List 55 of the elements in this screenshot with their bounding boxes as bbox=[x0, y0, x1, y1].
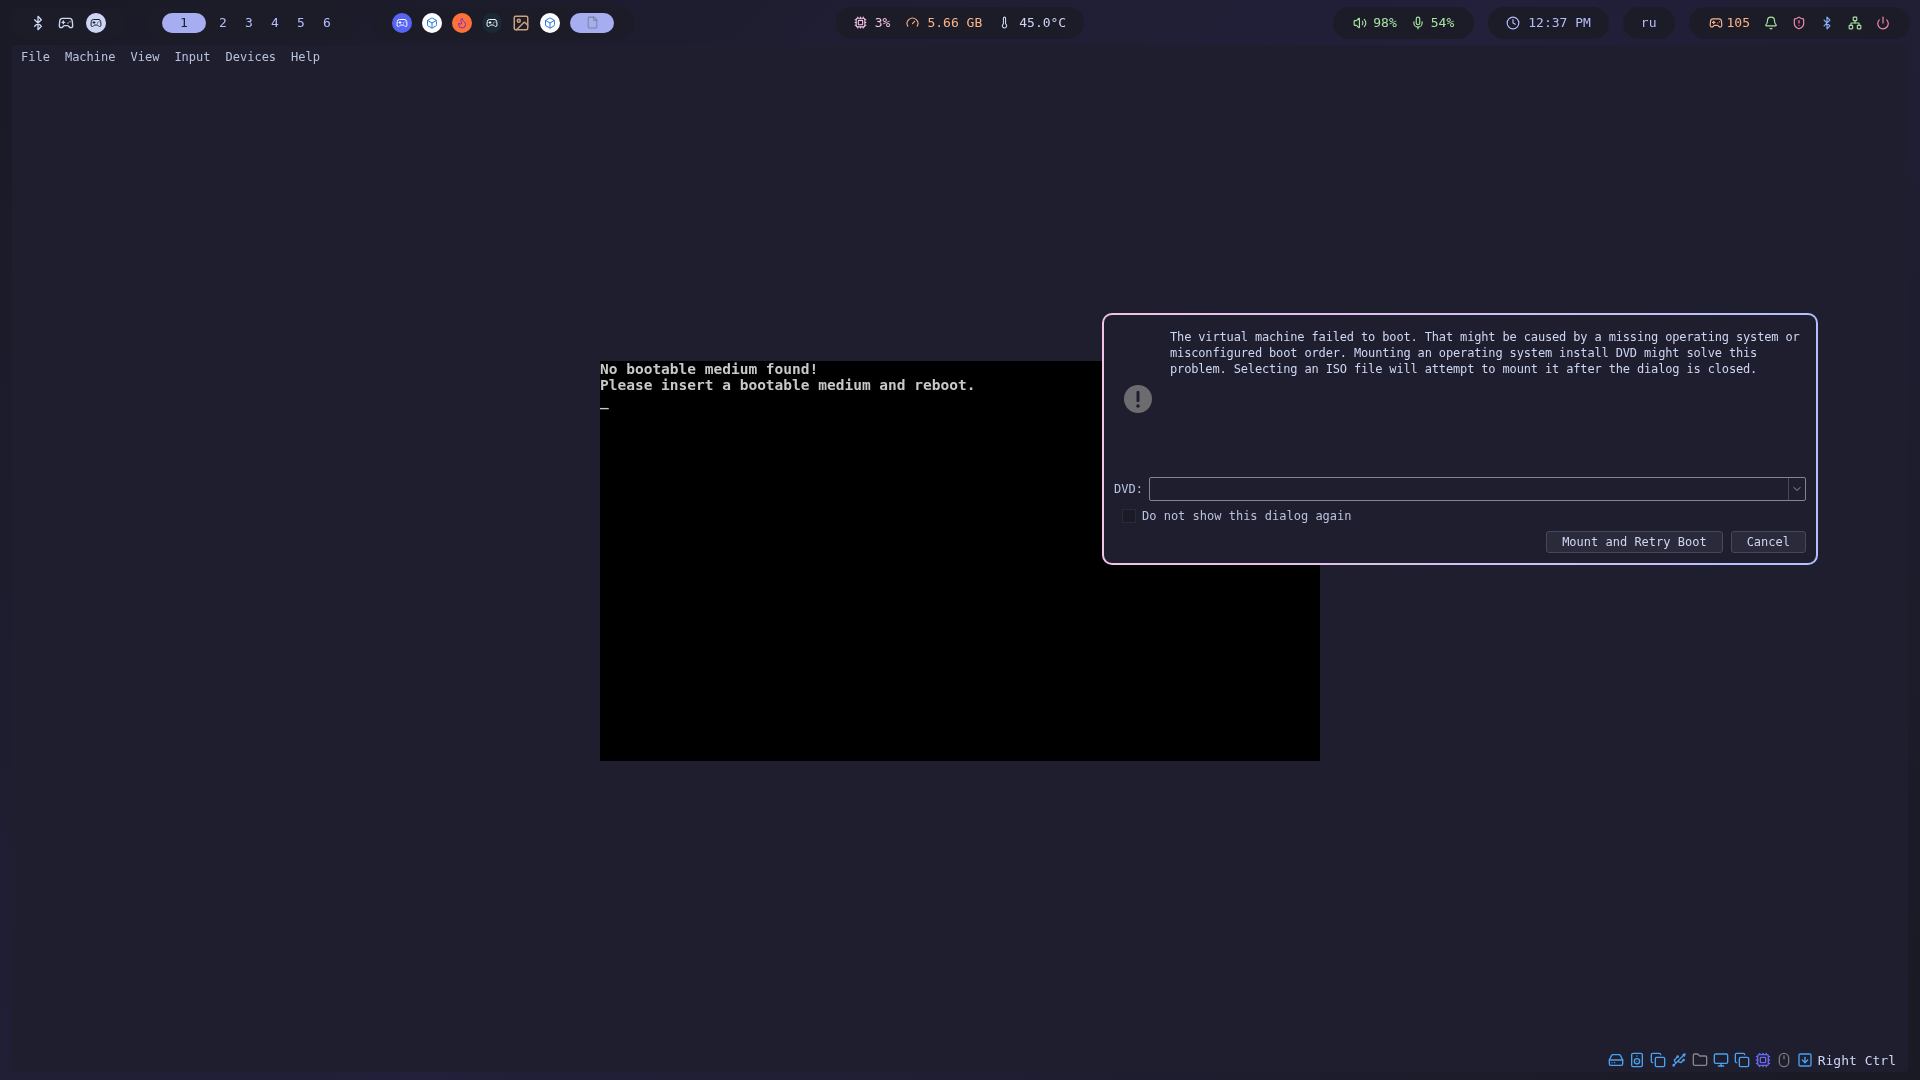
keyboard-capture-icon[interactable] bbox=[1796, 1052, 1813, 1068]
keyboard-layout[interactable]: ru bbox=[1640, 15, 1657, 30]
app-icon[interactable] bbox=[86, 12, 106, 33]
clock-icon bbox=[1506, 15, 1521, 30]
power-icon[interactable] bbox=[1876, 15, 1890, 30]
image-icon[interactable] bbox=[512, 13, 530, 32]
document-icon bbox=[585, 16, 599, 29]
warning-icon bbox=[1124, 385, 1152, 413]
gauge-icon bbox=[906, 16, 920, 29]
cpu-usage: 3% bbox=[874, 15, 891, 30]
dvd-label: DVD: bbox=[1114, 482, 1143, 496]
flame-icon[interactable] bbox=[452, 12, 472, 33]
console-text: No bootable medium found! bbox=[600, 360, 819, 377]
menu-item[interactable]: Input bbox=[174, 50, 211, 64]
usb-icon[interactable] bbox=[1670, 1052, 1687, 1068]
checkbox-label: Do not show this dialog again bbox=[1142, 509, 1352, 523]
menu-item[interactable]: Help bbox=[291, 50, 320, 64]
speaker-icon[interactable] bbox=[1628, 1052, 1645, 1068]
menu-item[interactable]: Machine bbox=[64, 50, 116, 64]
workspace-tab[interactable]: 4 bbox=[266, 12, 284, 33]
volume-level: 98% bbox=[1373, 15, 1397, 30]
bell-icon[interactable] bbox=[1764, 15, 1778, 30]
microphone-icon[interactable] bbox=[1410, 15, 1425, 30]
display-icon[interactable] bbox=[1712, 1052, 1729, 1068]
console-text: _ bbox=[600, 392, 609, 409]
folder-icon[interactable] bbox=[1691, 1052, 1708, 1068]
chip-icon[interactable] bbox=[1754, 1052, 1771, 1068]
dialog-message: The virtual machine failed to boot. That might be caused by a missing operating system or misconfigured boot order. Mounting an operating system install DVD might solve this problem. Selecting an ISO file will attempt to mount it after the dialog is closed. bbox=[1170, 329, 1801, 378]
workspace-tab[interactable]: 3 bbox=[240, 12, 258, 33]
workspace-tab[interactable]: 5 bbox=[292, 12, 310, 33]
microphone-level: 54% bbox=[1430, 15, 1455, 30]
dialog-button[interactable]: Cancel bbox=[1730, 531, 1806, 553]
app-icon[interactable] bbox=[422, 12, 442, 33]
menu-item[interactable]: Devices bbox=[225, 50, 277, 64]
active-window-button[interactable] bbox=[570, 12, 614, 33]
app-icon[interactable] bbox=[482, 12, 502, 33]
app-icon[interactable] bbox=[392, 12, 412, 33]
cpu-icon bbox=[853, 16, 867, 29]
volume-icon[interactable] bbox=[1353, 15, 1368, 30]
temperature: 45.0°C bbox=[1019, 15, 1067, 30]
app-icon[interactable] bbox=[540, 12, 560, 33]
workspace-tab[interactable]: 2 bbox=[214, 12, 232, 33]
workspace-tab[interactable]: 1 bbox=[162, 12, 206, 33]
host-key-label: Right Ctrl bbox=[1817, 1052, 1896, 1068]
shield-icon[interactable] bbox=[1792, 15, 1806, 30]
memory-usage: 5.66 GB bbox=[927, 15, 983, 30]
menu-item[interactable]: File bbox=[21, 50, 50, 64]
dialog-button[interactable]: Mount and Retry Boot bbox=[1546, 531, 1723, 553]
workspace-tab[interactable]: 6 bbox=[318, 12, 336, 33]
dvd-dropdown[interactable] bbox=[1148, 477, 1806, 501]
windows-icon[interactable] bbox=[1733, 1052, 1750, 1068]
console-text: Please insert a bootable medium and reboot. bbox=[600, 376, 976, 393]
update-count: 105 bbox=[1726, 15, 1750, 30]
menu-item[interactable]: View bbox=[130, 50, 160, 64]
clock: 12:37 PM bbox=[1528, 15, 1591, 30]
